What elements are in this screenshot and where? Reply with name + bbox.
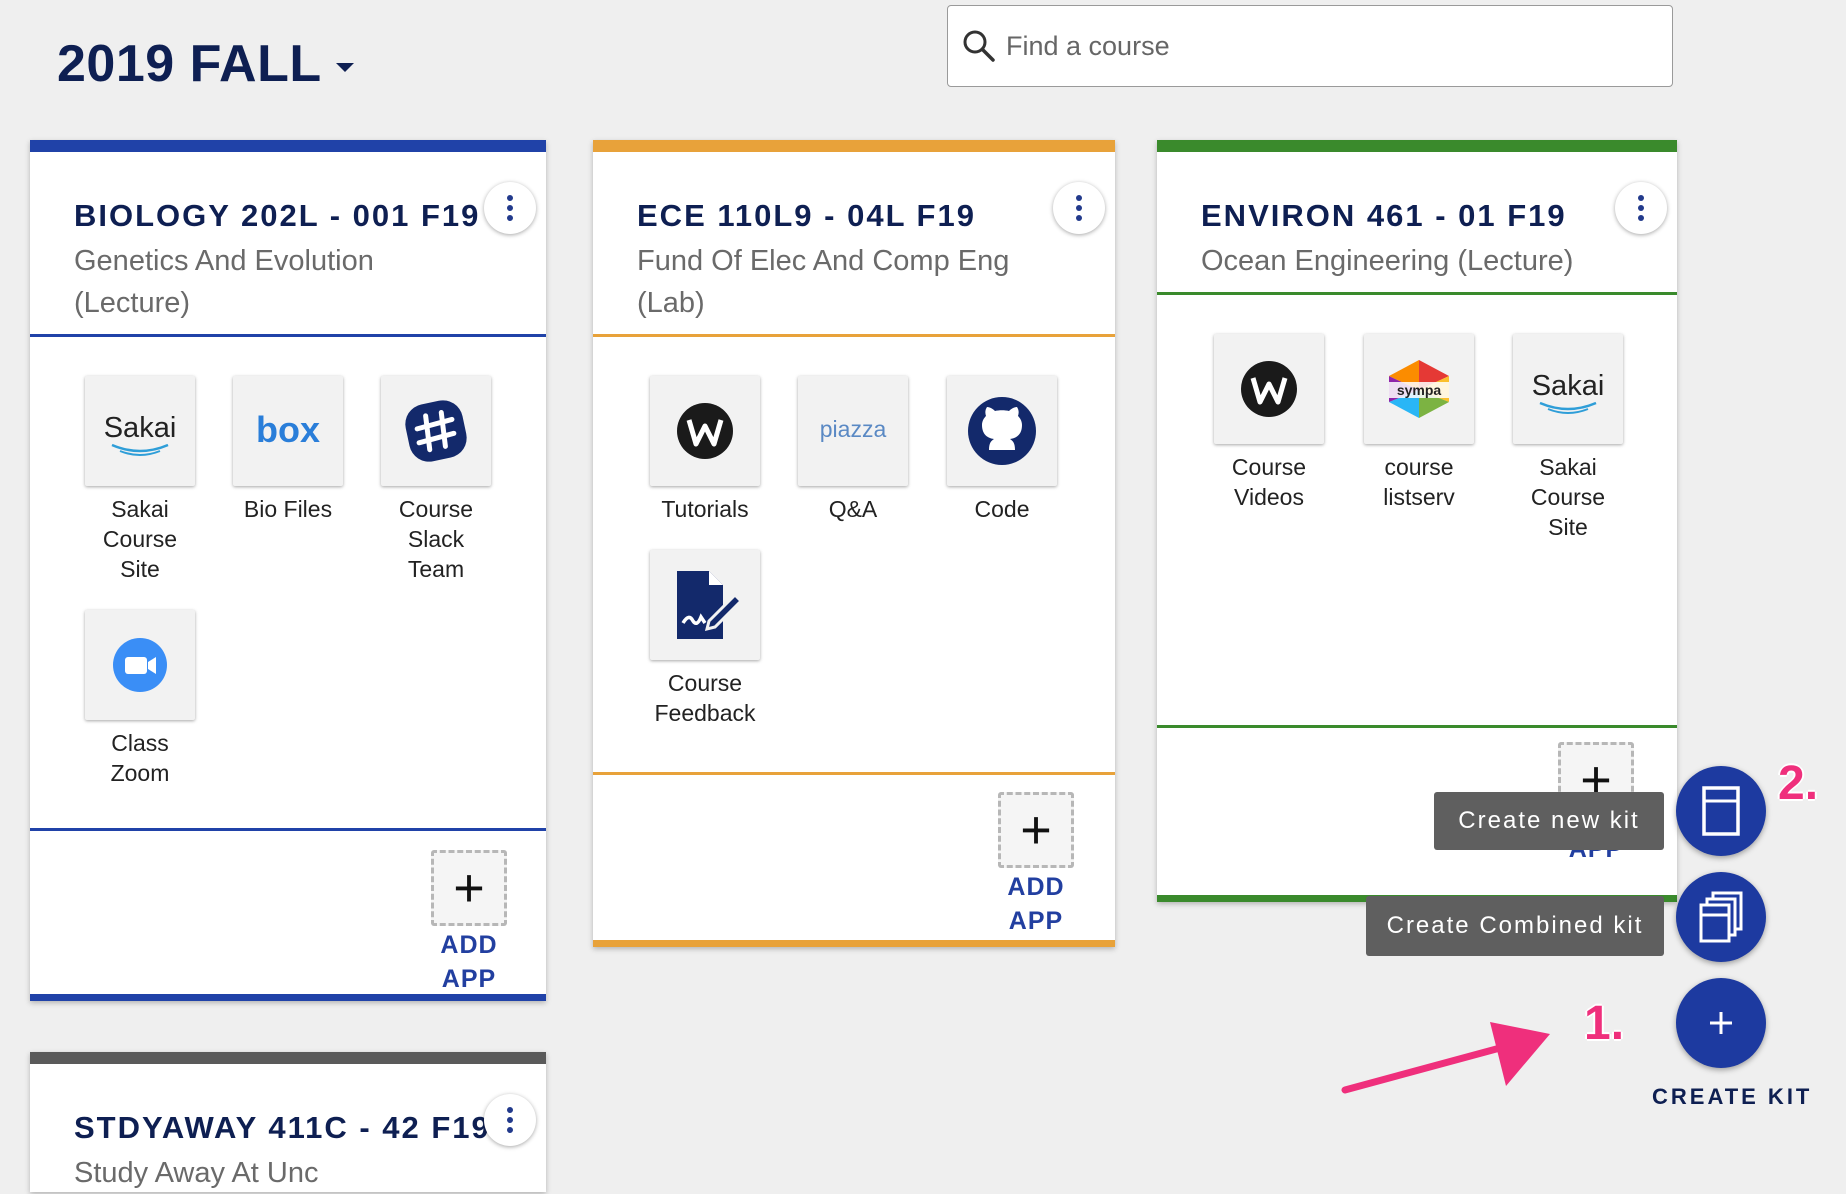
- app-label: Code: [974, 496, 1030, 522]
- app-code[interactable]: Code: [945, 376, 1059, 524]
- course-subtitle: Genetics And Evolution (Lecture): [74, 245, 374, 319]
- course-card-environ: ENVIRON 461 - 01 F19 Ocean Engineering (…: [1157, 140, 1677, 902]
- more-options-icon[interactable]: [484, 182, 536, 234]
- more-options-icon[interactable]: [1615, 182, 1667, 234]
- app-label: Course Slack Team: [398, 496, 474, 582]
- create-new-kit-label: Create new kit: [1458, 807, 1640, 834]
- create-kit-label: CREATE KIT: [1652, 1084, 1813, 1109]
- card-divider: [1157, 292, 1677, 295]
- course-subtitle: Ocean Engineering (Lecture): [1201, 245, 1574, 277]
- term-label: 2019 FALL: [57, 35, 322, 93]
- sympa-logo: sympa: [1389, 360, 1449, 418]
- create-combined-kit-button[interactable]: [1676, 872, 1766, 962]
- warpwire-logo: [677, 403, 733, 459]
- course-card-ece: ECE 110L9 - 04L F19 Fund Of Elec And Com…: [593, 140, 1115, 947]
- app-tutorials[interactable]: Tutorials: [648, 376, 762, 524]
- card-divider: [593, 772, 1115, 775]
- course-title: ENVIRON 461 - 01 F19: [1201, 198, 1567, 233]
- app-label: Course Feedback: [654, 670, 756, 726]
- feedback-form-icon: [677, 571, 744, 639]
- app-label: Sakai Course Site: [102, 496, 178, 582]
- more-options-icon[interactable]: [484, 1094, 536, 1146]
- zoom-logo: [113, 638, 167, 692]
- app-course-listserv[interactable]: sympa course listserv: [1362, 334, 1476, 512]
- caret-down-icon: [335, 62, 354, 72]
- card-divider: [30, 828, 546, 831]
- app-sakai-course-site[interactable]: Sakai Sakai Course Site: [1511, 334, 1625, 542]
- app-label: Tutorials: [661, 496, 749, 522]
- svg-text:box: box: [256, 409, 320, 450]
- plus-icon: +: [1020, 800, 1052, 860]
- single-kit-icon: [1702, 786, 1740, 836]
- app-label: course listserv: [1383, 454, 1455, 510]
- create-combined-kit-label: Create Combined kit: [1386, 912, 1644, 939]
- plus-icon: [1710, 1012, 1732, 1034]
- course-card-stdyaway: STDYAWAY 411C - 42 F19 Study Away At Unc: [30, 1052, 546, 1192]
- search-input[interactable]: [1004, 29, 1608, 63]
- course-title: ECE 110L9 - 04L F19: [637, 198, 976, 233]
- add-app-button[interactable]: + ADD APP: [414, 850, 524, 996]
- svg-text:piazza: piazza: [820, 416, 887, 442]
- add-app-label: ADD APP: [1007, 873, 1065, 935]
- app-label: Q&A: [828, 496, 878, 522]
- combined-kit-icon: [1699, 891, 1743, 943]
- create-combined-kit-tooltip[interactable]: Create Combined kit: [1366, 896, 1664, 956]
- search-icon: [963, 30, 995, 62]
- app-course-feedback[interactable]: Course Feedback: [648, 550, 762, 728]
- warpwire-logo: [1241, 361, 1297, 417]
- course-subtitle: Study Away At Unc: [74, 1157, 319, 1189]
- app-label: Sakai Course Site: [1530, 454, 1606, 540]
- create-kit-button[interactable]: [1676, 978, 1766, 1068]
- app-sakai-course-site[interactable]: Sakai Sakai Course Site: [83, 376, 197, 584]
- arrow-annotation: [1341, 1022, 1550, 1094]
- add-app-button[interactable]: + ADD APP: [981, 792, 1091, 938]
- app-label: Bio Files: [243, 496, 333, 522]
- svg-text:sympa: sympa: [1397, 382, 1442, 398]
- card-divider: [593, 334, 1115, 337]
- svg-text:Sakai: Sakai: [104, 412, 177, 444]
- search-box[interactable]: [947, 5, 1673, 87]
- course-title: BIOLOGY 202L - 001 F19: [74, 198, 481, 233]
- github-logo: [968, 397, 1036, 465]
- box-logo: box: [256, 409, 320, 450]
- piazza-logo: piazza: [820, 416, 887, 442]
- plus-icon: +: [453, 858, 485, 918]
- course-card-biology: BIOLOGY 202L - 001 F19 Genetics And Evol…: [30, 140, 546, 1001]
- create-new-kit-tooltip[interactable]: Create new kit: [1434, 792, 1664, 850]
- add-app-label: ADD APP: [440, 931, 498, 993]
- course-subtitle: Fund Of Elec And Comp Eng (Lab): [637, 245, 1010, 319]
- app-course-videos[interactable]: Course Videos: [1212, 334, 1326, 512]
- app-label: Class Zoom: [110, 730, 170, 786]
- term-selector[interactable]: 2019 FALL: [57, 34, 354, 94]
- svg-text:Sakai: Sakai: [1532, 370, 1605, 402]
- create-new-kit-button[interactable]: [1676, 766, 1766, 856]
- sakai-logo: Sakai: [1532, 370, 1605, 414]
- app-course-slack-team[interactable]: Course Slack Team: [379, 376, 493, 584]
- sakai-logo: Sakai: [104, 412, 177, 456]
- step-annotation-1: 1.: [1584, 997, 1625, 1050]
- more-options-icon[interactable]: [1053, 182, 1105, 234]
- app-class-zoom[interactable]: Class Zoom: [83, 610, 197, 788]
- app-bio-files[interactable]: box Bio Files: [231, 376, 345, 524]
- course-title: STDYAWAY 411C - 42 F19: [74, 1110, 491, 1145]
- card-divider: [30, 334, 546, 337]
- app-qa[interactable]: piazza Q&A: [796, 376, 910, 524]
- app-label: Course Videos: [1231, 454, 1307, 510]
- step-annotation-2: 2.: [1778, 757, 1819, 810]
- slack-logo: [405, 400, 467, 462]
- card-divider: [1157, 725, 1677, 728]
